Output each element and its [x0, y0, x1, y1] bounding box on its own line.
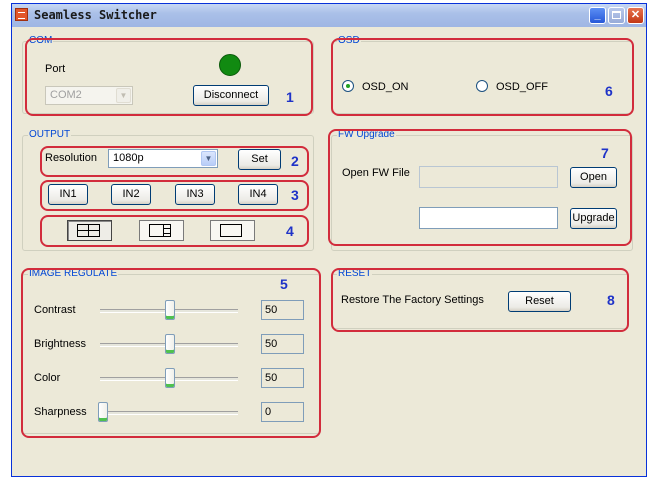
brightness-label: Brightness	[34, 338, 86, 350]
osd-on-radio[interactable]	[342, 80, 354, 92]
contrast-label: Contrast	[34, 304, 76, 316]
osd-off-radio[interactable]	[476, 80, 488, 92]
contrast-value: 50	[261, 300, 304, 320]
callout-number-3: 3	[291, 187, 299, 203]
layout-pip-button[interactable]	[139, 220, 184, 241]
input-2-button[interactable]: IN2	[111, 184, 151, 205]
callout-number-6: 6	[605, 83, 613, 99]
callout-number-2: 2	[291, 153, 299, 169]
input-4-button[interactable]: IN4	[238, 184, 278, 205]
full-screen-icon	[220, 224, 242, 237]
color-slider-thumb[interactable]	[165, 368, 175, 388]
port-select-value: COM2	[50, 89, 82, 101]
disconnect-button[interactable]: Disconnect	[193, 85, 269, 106]
brightness-slider-thumb[interactable]	[165, 334, 175, 354]
close-button[interactable]: ✕	[627, 7, 644, 24]
resolution-label: Resolution	[45, 152, 97, 164]
connection-status-indicator	[219, 54, 241, 76]
title-bar[interactable]: Seamless Switcher _ ✕	[12, 4, 646, 27]
open-fw-file-label: Open FW File	[342, 167, 410, 179]
chevron-down-icon: ▼	[201, 151, 216, 166]
color-label: Color	[34, 372, 61, 384]
output-group-title: OUTPUT	[28, 129, 72, 140]
resolution-select-value: 1080p	[113, 152, 144, 164]
contrast-slider-thumb[interactable]	[165, 300, 175, 320]
callout-number-1: 1	[286, 89, 294, 105]
brightness-value: 50	[261, 334, 304, 354]
callout-box-6	[331, 38, 634, 116]
main-window: Seamless Switcher _ ✕ COM Port COM2 ▼ Di…	[11, 3, 647, 477]
port-label: Port	[45, 63, 66, 75]
port-select[interactable]: COM2 ▼	[45, 86, 133, 105]
input-1-button[interactable]: IN1	[48, 184, 88, 205]
reset-button[interactable]: Reset	[508, 291, 571, 312]
sharpness-value: 0	[261, 402, 304, 422]
input-3-button[interactable]: IN3	[175, 184, 215, 205]
callout-number-8: 8	[607, 292, 615, 308]
fw-file-path-field	[419, 166, 558, 188]
upgrade-button[interactable]: Upgrade	[570, 208, 617, 229]
callout-number-5: 5	[280, 276, 288, 292]
sharpness-slider-thumb[interactable]	[98, 402, 108, 422]
chevron-down-icon: ▼	[116, 88, 131, 103]
open-file-button[interactable]: Open	[570, 167, 617, 188]
quad-split-icon	[77, 224, 100, 237]
set-resolution-button[interactable]: Set	[238, 149, 281, 170]
upgrade-status-field[interactable]	[419, 207, 558, 229]
callout-number-7: 7	[601, 145, 609, 161]
app-icon	[15, 8, 28, 21]
osd-on-label[interactable]: OSD_ON	[362, 81, 408, 93]
maximize-button[interactable]	[608, 7, 625, 24]
osd-off-label[interactable]: OSD_OFF	[496, 81, 548, 93]
minimize-button[interactable]: _	[589, 7, 606, 24]
layout-quad-button[interactable]	[67, 220, 112, 241]
maximize-icon	[612, 11, 621, 19]
sharpness-label: Sharpness	[34, 406, 87, 418]
picture-in-picture-icon	[149, 224, 171, 237]
color-value: 50	[261, 368, 304, 388]
layout-full-button[interactable]	[210, 220, 255, 241]
restore-factory-label: Restore The Factory Settings	[341, 294, 484, 306]
window-title: Seamless Switcher	[34, 8, 157, 22]
callout-number-4: 4	[286, 223, 294, 239]
resolution-select[interactable]: 1080p ▼	[108, 149, 218, 168]
sharpness-slider-track[interactable]	[100, 411, 238, 415]
